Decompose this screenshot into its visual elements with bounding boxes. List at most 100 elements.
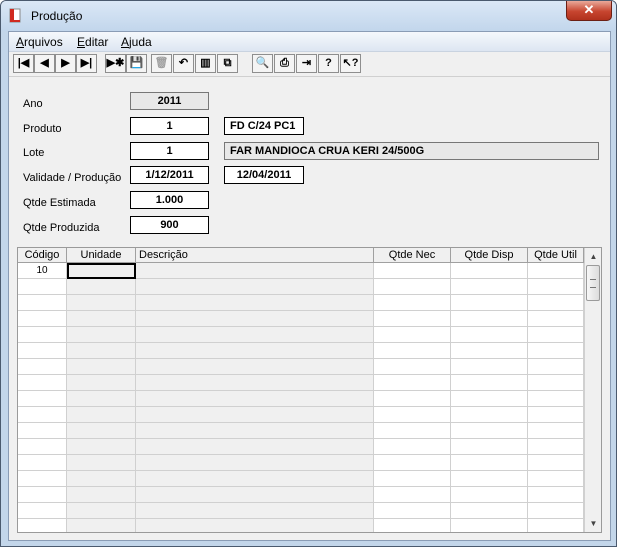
grid-cell[interactable]: [528, 295, 584, 311]
grid-cell[interactable]: [451, 391, 528, 407]
grid-cell[interactable]: [374, 295, 451, 311]
column-header-2[interactable]: Unidade: [67, 248, 136, 263]
grid-cell[interactable]: [528, 487, 584, 503]
grid-cell[interactable]: [528, 407, 584, 423]
grid-cell[interactable]: [451, 263, 528, 279]
grid-cell[interactable]: [67, 279, 136, 295]
grid-cell[interactable]: [528, 327, 584, 343]
grid-cell[interactable]: [18, 327, 67, 343]
grid-cell[interactable]: [67, 519, 136, 532]
items-grid[interactable]: 10 ▲ ▼ Código Unidade Descrição Qtde Nec Qtd…: [17, 247, 602, 533]
grid-cell[interactable]: [18, 471, 67, 487]
scroll-up-arrow-icon[interactable]: ▲: [585, 248, 601, 265]
grid-cell[interactable]: [374, 311, 451, 327]
grid-cell[interactable]: [451, 519, 528, 532]
grid-cell[interactable]: [374, 327, 451, 343]
grid-cell[interactable]: [528, 423, 584, 439]
grid-cell[interactable]: [451, 455, 528, 471]
grid-cell[interactable]: [67, 343, 136, 359]
grid-cell[interactable]: [136, 327, 374, 343]
grid-cell[interactable]: [374, 279, 451, 295]
grid-cell[interactable]: [136, 455, 374, 471]
lote-field[interactable]: 1: [130, 142, 209, 160]
grid-cell[interactable]: [18, 391, 67, 407]
grid-cell[interactable]: [67, 375, 136, 391]
column-header-5[interactable]: Qtde Disp: [451, 248, 528, 263]
grid-cell[interactable]: [18, 503, 67, 519]
grid-cell[interactable]: [451, 359, 528, 375]
copy-button[interactable]: ⧉: [217, 54, 238, 73]
grid-cell[interactable]: [451, 327, 528, 343]
menu-editar[interactable]: Editar: [77, 35, 108, 49]
grid-cell[interactable]: [451, 423, 528, 439]
producao-field[interactable]: 12/04/2011: [224, 166, 304, 184]
grid-cell[interactable]: [18, 487, 67, 503]
column-header-1[interactable]: Código: [18, 248, 67, 263]
grid-cell[interactable]: [528, 503, 584, 519]
menu-ajuda[interactable]: Ajuda: [121, 35, 152, 49]
grid-cell[interactable]: [136, 423, 374, 439]
column-header-4[interactable]: Qtde Nec: [374, 248, 451, 263]
exit-button[interactable]: ⇥: [296, 54, 317, 73]
grid-cell[interactable]: [136, 311, 374, 327]
grid-cell[interactable]: [374, 519, 451, 532]
grid-cell[interactable]: [67, 423, 136, 439]
grid-cell[interactable]: [374, 455, 451, 471]
grid-cell[interactable]: [67, 487, 136, 503]
undo-button[interactable]: ↶: [173, 54, 194, 73]
grid-cell[interactable]: [528, 279, 584, 295]
grid-cell[interactable]: [528, 375, 584, 391]
grid-cell[interactable]: [374, 359, 451, 375]
grid-cell[interactable]: [67, 471, 136, 487]
grid-cell[interactable]: [67, 439, 136, 455]
grid-cell[interactable]: [67, 263, 136, 279]
produto-field[interactable]: 1: [130, 117, 209, 135]
grid-cell[interactable]: [136, 263, 374, 279]
grid-cell[interactable]: [136, 439, 374, 455]
grid-cell[interactable]: [451, 487, 528, 503]
grid-cell[interactable]: [451, 407, 528, 423]
column-header-3[interactable]: Descrição: [136, 248, 374, 263]
grid-cell[interactable]: [18, 279, 67, 295]
grid-cell[interactable]: [528, 455, 584, 471]
grid-cell[interactable]: [528, 263, 584, 279]
grid-cell[interactable]: [374, 343, 451, 359]
grid-cell[interactable]: [67, 503, 136, 519]
grid-cell[interactable]: [67, 327, 136, 343]
grid-vertical-scrollbar[interactable]: ▲ ▼: [584, 248, 601, 532]
grid-cell[interactable]: [528, 519, 584, 532]
grid-cell[interactable]: [451, 279, 528, 295]
grid-cell[interactable]: [18, 423, 67, 439]
grid-cell[interactable]: [136, 295, 374, 311]
grid-cell[interactable]: [67, 391, 136, 407]
grid-cell[interactable]: [18, 519, 67, 532]
grid-cell[interactable]: [451, 375, 528, 391]
grid-cell[interactable]: [528, 471, 584, 487]
title-bar[interactable]: Produção ✕: [1, 1, 616, 31]
column-header-6[interactable]: Qtde Util: [528, 248, 584, 263]
help-button[interactable]: ?: [318, 54, 339, 73]
books-button[interactable]: ▥: [195, 54, 216, 73]
grid-cell[interactable]: [136, 375, 374, 391]
first-record-button[interactable]: |◀: [13, 54, 34, 73]
grid-cell[interactable]: [18, 295, 67, 311]
grid-cell[interactable]: [18, 343, 67, 359]
next-record-button[interactable]: ▶: [55, 54, 76, 73]
grid-cell[interactable]: [374, 439, 451, 455]
grid-cell[interactable]: 10: [18, 263, 67, 279]
grid-cell[interactable]: [18, 359, 67, 375]
previous-record-button[interactable]: ◀: [34, 54, 55, 73]
grid-cell[interactable]: [136, 279, 374, 295]
grid-cell[interactable]: [18, 455, 67, 471]
close-button[interactable]: ✕: [566, 1, 612, 21]
grid-cell[interactable]: [67, 359, 136, 375]
context-help-button[interactable]: ↖?: [340, 54, 361, 73]
validade-field[interactable]: 1/12/2011: [130, 166, 209, 184]
grid-cell[interactable]: [528, 359, 584, 375]
delete-button[interactable]: 🗑: [151, 54, 172, 73]
grid-cell[interactable]: [136, 343, 374, 359]
grid-cell[interactable]: [374, 407, 451, 423]
grid-cell[interactable]: [374, 471, 451, 487]
last-record-button[interactable]: ▶|: [76, 54, 97, 73]
grid-cell[interactable]: [451, 471, 528, 487]
